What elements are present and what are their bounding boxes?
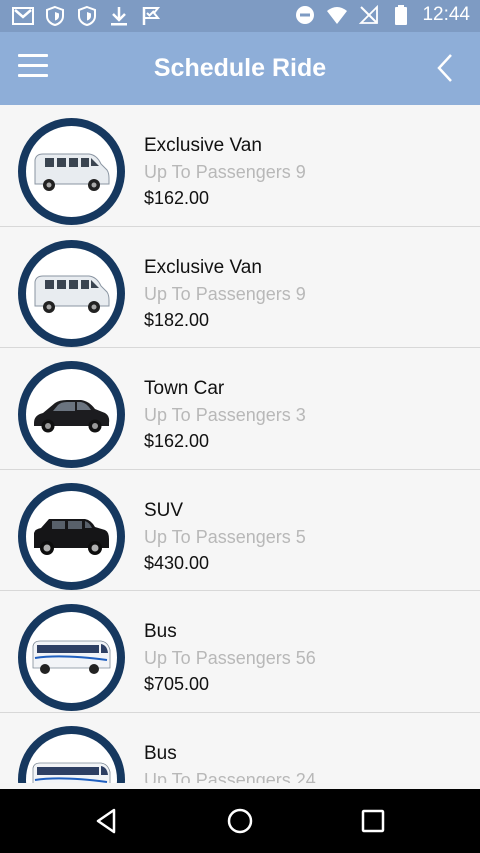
shield-icon (44, 5, 66, 27)
ride-capacity: Up To Passengers 9 (144, 162, 306, 182)
wifi-icon (326, 4, 348, 26)
page-title: Schedule Ride (153, 54, 327, 82)
sedan-icon (34, 400, 110, 433)
home-circle-icon[interactable] (225, 806, 255, 836)
shield-icon (76, 5, 98, 27)
ride-name: Exclusive Van (144, 256, 262, 278)
ride-price: $162.00 (144, 431, 210, 451)
clock-time: 12:44 (422, 4, 470, 25)
ride-capacity: Up To Passengers 56 (144, 648, 316, 668)
system-icons: 12:44 (294, 4, 470, 26)
ride-item-bus[interactable]: Bus Up To Passengers 24 (0, 713, 480, 784)
gmail-icon (12, 5, 34, 27)
suv-icon (34, 518, 109, 555)
status-bar: 12:44 (0, 0, 480, 32)
van-image (18, 118, 125, 225)
ride-item-exclusive-van[interactable]: Exclusive Van Up To Passengers 9 $182.00 (0, 227, 480, 348)
ride-name: Exclusive Van (144, 135, 262, 156)
ride-name: Bus (144, 621, 177, 642)
bus-image (18, 725, 125, 783)
sedan-image (18, 361, 125, 468)
no-signal-icon (358, 4, 380, 26)
bus-icon (32, 640, 111, 674)
ride-item-town-car[interactable]: Town Car Up To Passengers 3 $162.00 (0, 348, 480, 470)
ride-item-bus[interactable]: Bus Up To Passengers 56 $705.00 (0, 591, 480, 713)
ride-price: $162.00 (144, 188, 210, 208)
recents-square-icon[interactable] (358, 806, 388, 836)
ride-price: $430.00 (144, 552, 210, 573)
van-icon (34, 153, 110, 191)
app-bar: Schedule Ride (0, 32, 480, 105)
van-icon (34, 275, 110, 313)
checkflag-icon (140, 5, 162, 27)
ride-capacity: Up To Passengers 3 (144, 405, 306, 425)
download-icon (108, 5, 130, 27)
ride-name: SUV (144, 499, 184, 521)
suv-image (18, 482, 125, 590)
ride-capacity: Up To Passengers 24 (144, 769, 316, 784)
ride-price: $705.00 (144, 674, 210, 694)
ride-capacity: Up To Passengers 9 (144, 283, 306, 304)
ride-item-exclusive-van[interactable]: Exclusive Van Up To Passengers 9 $162.00 (0, 105, 480, 227)
ride-list: Exclusive Van Up To Passengers 9 $162.00… (0, 105, 480, 783)
ride-item-suv[interactable]: SUV Up To Passengers 5 $430.00 (0, 470, 480, 591)
chevron-left-icon[interactable] (434, 52, 456, 84)
battery-icon (390, 4, 412, 26)
ride-price: $182.00 (144, 309, 210, 330)
back-triangle-icon[interactable] (92, 806, 122, 836)
do-not-disturb-icon (294, 4, 316, 26)
ride-name: Town Car (144, 378, 225, 399)
bus-icon (32, 762, 111, 783)
notification-icons (12, 5, 162, 27)
bus-image (18, 604, 125, 711)
ride-name: Bus (144, 742, 177, 764)
ride-capacity: Up To Passengers 5 (144, 526, 306, 547)
van-image (18, 239, 125, 347)
system-nav-bar (0, 789, 480, 853)
